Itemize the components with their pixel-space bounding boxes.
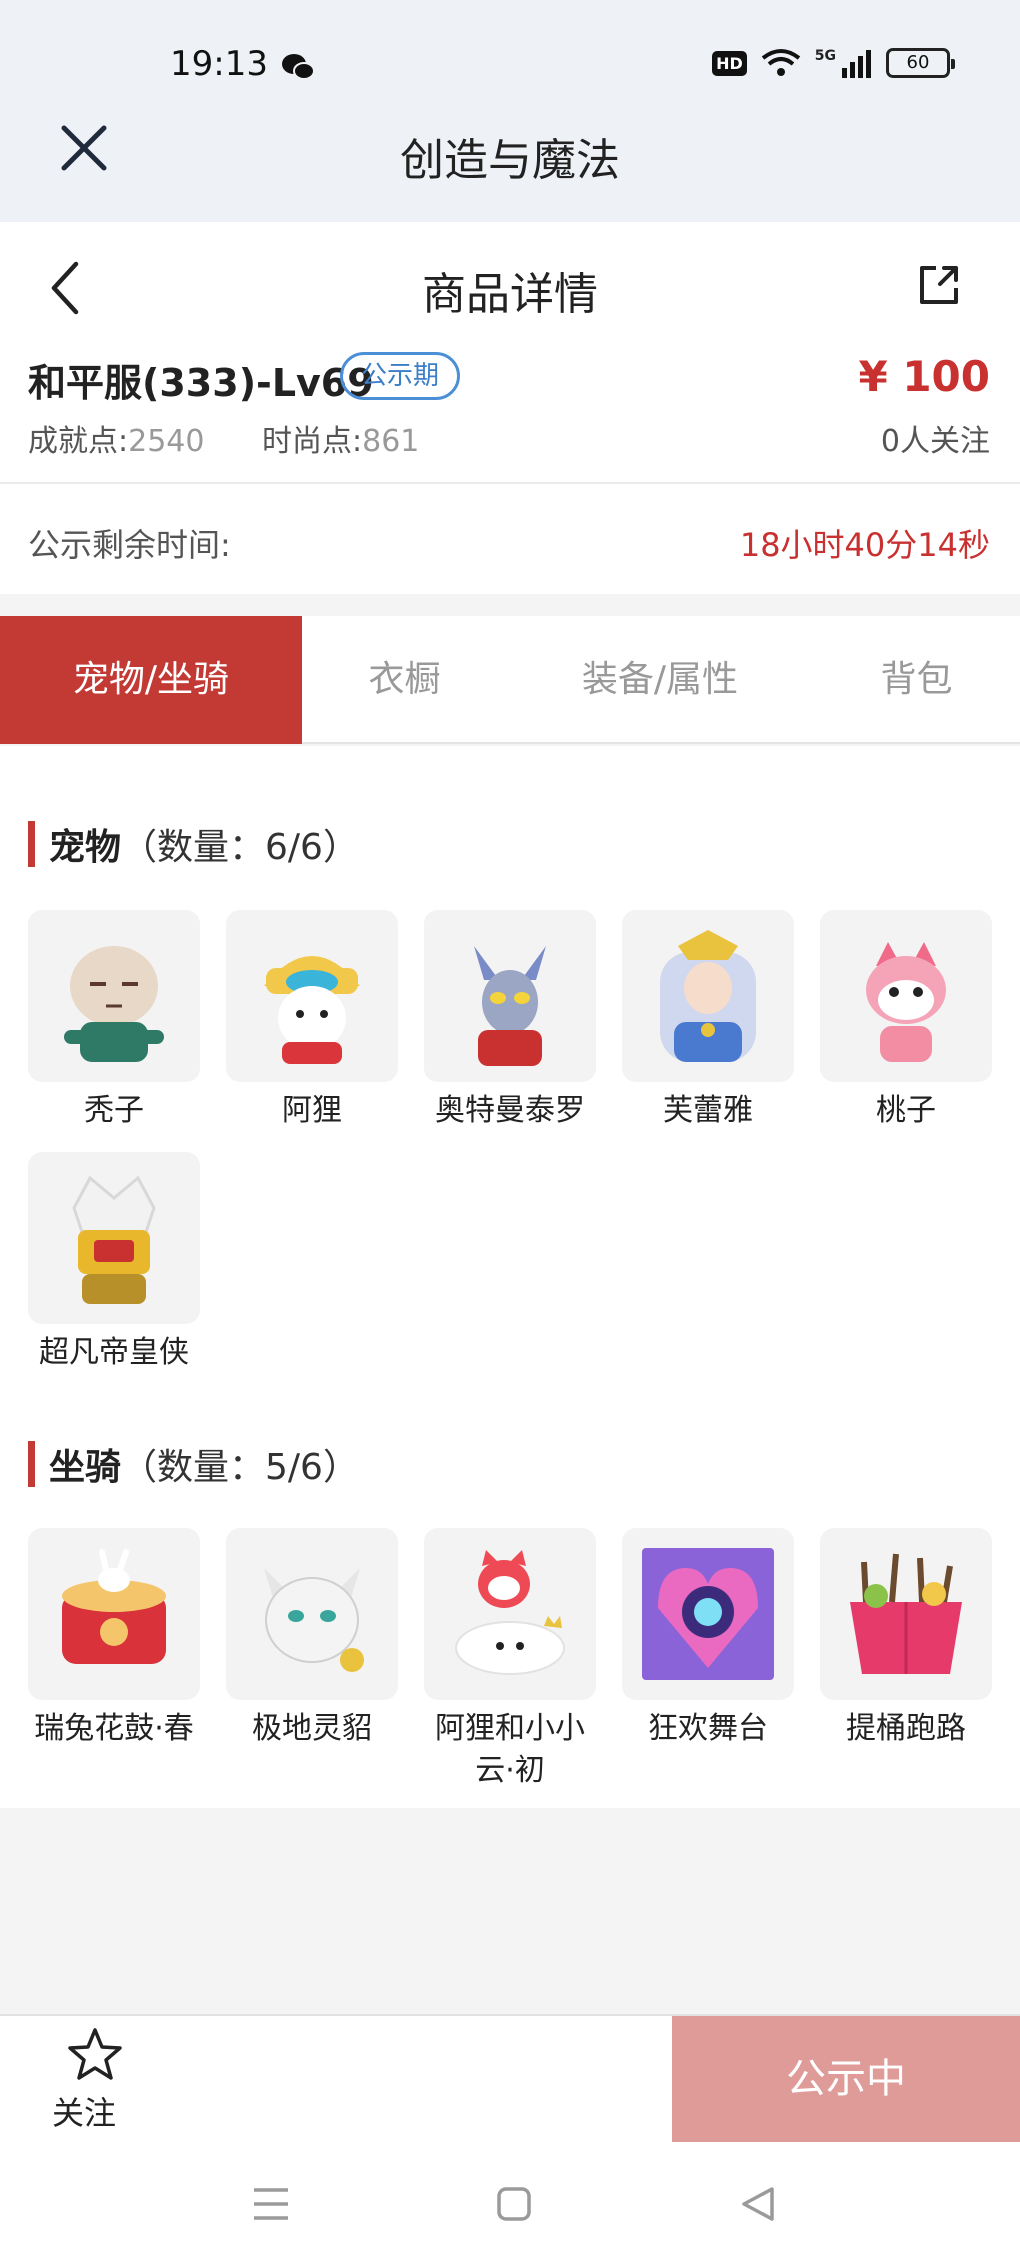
carnival-stage-icon	[622, 1528, 794, 1700]
polar-mink-icon	[226, 1528, 398, 1700]
menu-icon[interactable]	[252, 2186, 290, 2222]
hd-icon: HD	[712, 50, 747, 76]
ultraman-icon	[424, 910, 596, 1082]
mounts-section-header: 坐骑 （数量：5/6）	[28, 1438, 359, 1490]
tab-pets-mounts[interactable]: 宠物/坐骑	[0, 616, 302, 744]
fashion-label: 时尚点:	[262, 424, 363, 459]
mount-name: 阿狸和小小云·初	[435, 1711, 585, 1788]
pet-name: 奥特曼泰罗	[435, 1093, 585, 1128]
tab-equipment[interactable]: 装备/属性	[507, 616, 813, 744]
wechat-icon	[282, 54, 315, 80]
pets-section-header: 宠物 （数量：6/6）	[28, 818, 359, 870]
pet-item[interactable]: 奥特曼泰罗	[424, 910, 596, 1132]
mount-item[interactable]: 阿狸和小小云·初	[424, 1528, 596, 1792]
ali-fox-icon	[226, 910, 398, 1082]
pet-name: 阿狸	[282, 1093, 342, 1128]
pets-count: （数量：6/6）	[121, 827, 359, 868]
bucket-run-icon	[820, 1528, 992, 1700]
bald-boy-icon	[28, 910, 200, 1082]
product-name: 和平服(333)-Lv69	[28, 361, 374, 405]
pet-item[interactable]: 秃子	[28, 910, 200, 1132]
network-label: 5G	[814, 48, 836, 64]
mount-name: 极地灵貂	[252, 1711, 372, 1746]
mount-item[interactable]: 极地灵貂	[226, 1528, 398, 1750]
mount-name: 提桶跑路	[846, 1711, 966, 1746]
achievement-points: 成就点:2540	[28, 416, 204, 460]
fashion-value: 861	[362, 424, 420, 459]
miniapp-title: 创造与魔法	[400, 135, 620, 186]
signal-icon	[842, 50, 871, 78]
emperor-armor-icon	[28, 1152, 200, 1324]
tab-wardrobe[interactable]: 衣橱	[302, 616, 507, 744]
mounts-count: （数量：5/6）	[121, 1447, 359, 1488]
battery-icon: 60	[886, 48, 955, 78]
fashion-points: 时尚点:861	[262, 416, 419, 460]
pet-name: 超凡帝皇侠	[39, 1335, 189, 1370]
back-triangle-icon[interactable]	[740, 2186, 776, 2222]
pet-name: 芙蕾雅	[663, 1093, 753, 1128]
section-marker	[28, 1441, 35, 1487]
pets-title: 宠物	[49, 827, 122, 868]
mount-item[interactable]: 瑞兔花鼓·春	[28, 1528, 200, 1750]
star-icon[interactable]	[66, 2026, 124, 2084]
mount-name: 狂欢舞台	[648, 1711, 768, 1746]
pet-item[interactable]: 芙蕾雅	[622, 910, 794, 1132]
rabbit-drum-icon	[28, 1528, 200, 1700]
ali-cloud-icon	[424, 1528, 596, 1700]
achievement-value: 2540	[128, 424, 205, 459]
status-badge: 公示期	[340, 352, 461, 400]
section-marker	[28, 821, 35, 867]
achievement-label: 成就点:	[28, 424, 129, 459]
mount-item[interactable]: 提桶跑路	[820, 1528, 992, 1750]
remain-value: 18小时40分14秒	[739, 526, 990, 564]
peach-cat-icon	[820, 910, 992, 1082]
mounts-title: 坐骑	[49, 1447, 122, 1488]
tab-backpack[interactable]: 背包	[813, 616, 1020, 744]
pet-item[interactable]: 桃子	[820, 910, 992, 1132]
wifi-icon	[761, 49, 800, 76]
status-time: 19:13	[170, 44, 268, 84]
pet-item[interactable]: 超凡帝皇侠	[28, 1152, 200, 1374]
follow-button[interactable]: 关注	[52, 2088, 116, 2134]
price: ¥ 100	[858, 352, 990, 401]
page-title: 商品详情	[422, 269, 598, 320]
remain-label: 公示剩余时间:	[28, 526, 231, 564]
share-icon[interactable]	[916, 262, 962, 308]
pet-name: 桃子	[876, 1093, 936, 1128]
pet-name: 秃子	[84, 1093, 144, 1128]
mount-name: 瑞兔花鼓·春	[34, 1711, 194, 1746]
pet-item[interactable]: 阿狸	[226, 910, 398, 1132]
mount-item[interactable]: 狂欢舞台	[622, 1528, 794, 1750]
freya-icon	[622, 910, 794, 1082]
home-icon[interactable]	[496, 2186, 532, 2222]
publicity-button[interactable]: 公示中	[672, 2016, 1020, 2142]
follower-count: 0人关注	[880, 424, 990, 459]
status-icons: HD 5G 60	[712, 48, 955, 78]
